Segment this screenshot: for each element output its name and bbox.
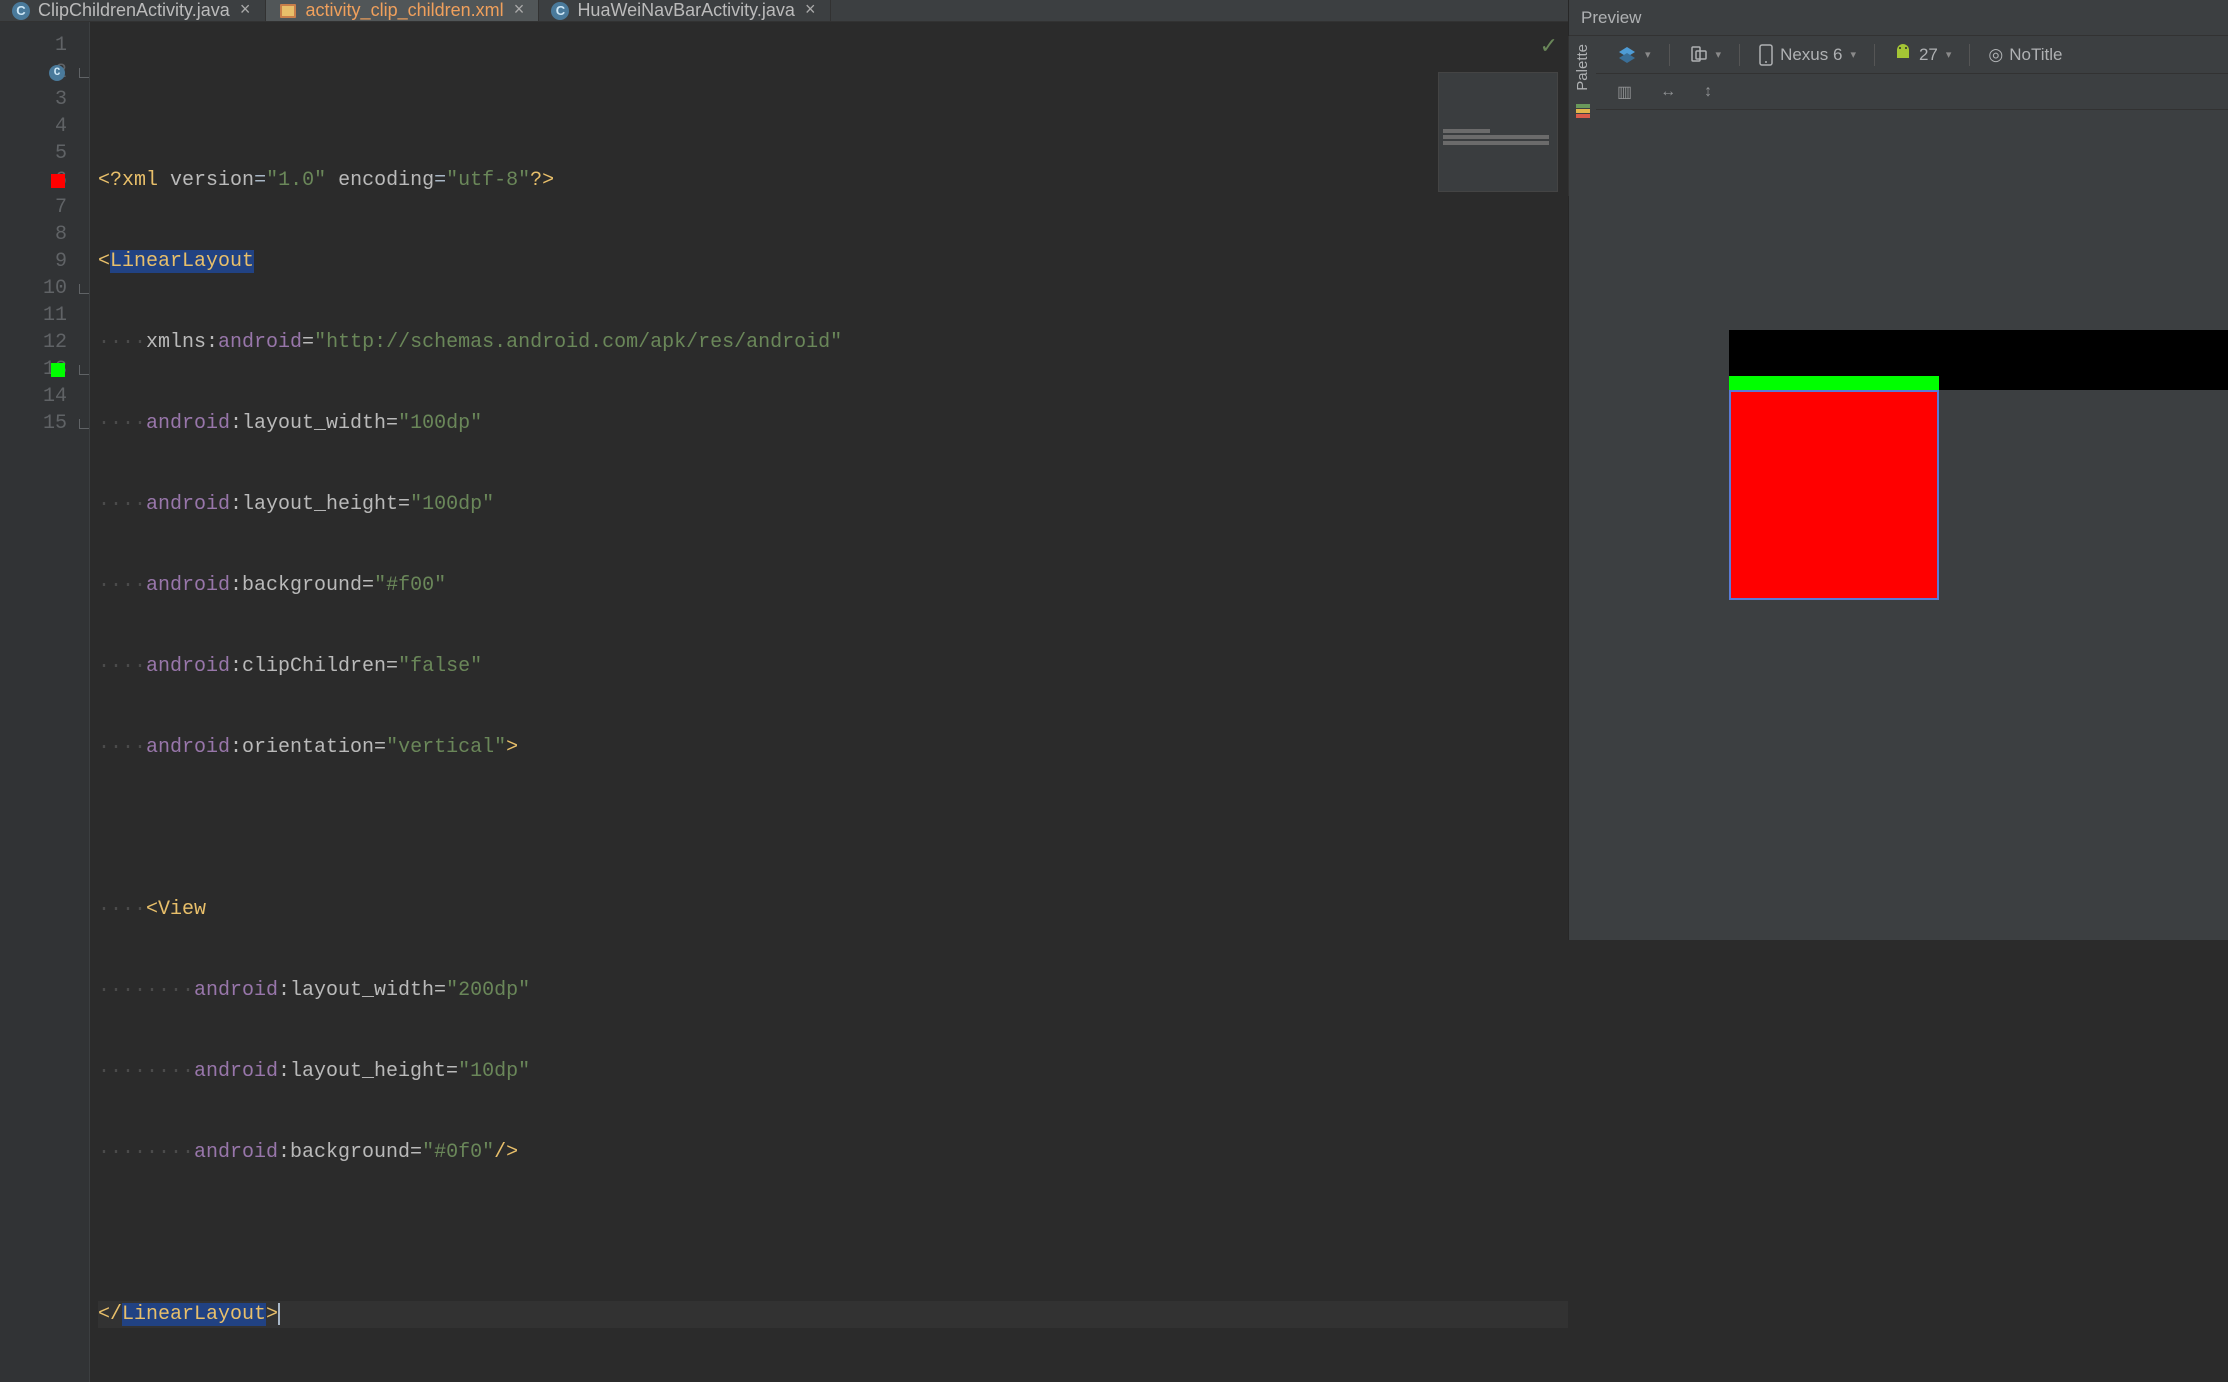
gutter: 1 2 C 3 4 5 6 7 8 9 10 11 12 13	[0, 22, 90, 1382]
analysis-ok-icon: ✓	[1540, 34, 1558, 61]
api-selector[interactable]: 27 ▾	[1893, 42, 1951, 67]
columns-icon[interactable]: ▥	[1617, 82, 1632, 102]
theme-label: NoTitle	[2009, 45, 2062, 65]
preview-pane: Preview ▾ ▾ Nexus 6 ▾ 27 ▾ ◎ NoTitle	[1568, 0, 2228, 940]
color-chip-red[interactable]	[51, 174, 65, 188]
code-line: ····<View	[98, 896, 1568, 923]
tab-clipchildren-java[interactable]: C ClipChildrenActivity.java ×	[0, 0, 266, 21]
preview-sub-toolbar: ▥ ↔ ↕	[1569, 74, 2228, 110]
code-line	[98, 815, 1568, 842]
color-chip-green[interactable]	[51, 363, 65, 377]
close-icon[interactable]: ×	[238, 1, 253, 21]
gutter-line: 8	[0, 221, 89, 248]
close-icon[interactable]: ×	[803, 1, 818, 21]
class-icon[interactable]: C	[49, 65, 65, 81]
hzoom-icon[interactable]: ↔	[1660, 83, 1676, 101]
code-line: <LinearLayout	[98, 248, 1568, 275]
code-line: ····android:background="#f00"	[98, 572, 1568, 599]
text-cursor	[278, 1303, 280, 1325]
device-selector[interactable]: Nexus 6 ▾	[1758, 44, 1856, 66]
tab-label: ClipChildrenActivity.java	[38, 0, 230, 21]
gutter-line: 3	[0, 86, 89, 113]
tab-bar: C ClipChildrenActivity.java × activity_c…	[0, 0, 1568, 22]
code-line: ········android:background="#0f0"/>	[98, 1139, 1568, 1166]
preview-title: Preview	[1569, 0, 2228, 36]
gutter-line: 7	[0, 194, 89, 221]
code-line: <?xml version="1.0" encoding="utf-8"?>	[98, 167, 1568, 194]
gutter-line: 9	[0, 248, 89, 275]
code-area[interactable]: ✓ <?xml version="1.0" encoding="utf-8"?>…	[90, 22, 1568, 1382]
gutter-line: 4	[0, 113, 89, 140]
code-line	[98, 1220, 1568, 1247]
api-label: 27	[1919, 45, 1938, 65]
globe-icon: ◎	[1988, 45, 2003, 65]
palette-rail: Palette	[1568, 36, 1596, 196]
code-line-active: </LinearLayout>	[98, 1301, 1568, 1328]
class-icon: C	[12, 2, 30, 20]
class-icon: C	[551, 2, 569, 20]
minimap[interactable]	[1438, 72, 1558, 192]
vzoom-icon[interactable]: ↕	[1704, 83, 1712, 101]
gutter-line: 15	[0, 410, 89, 437]
preview-toolbar: ▾ ▾ Nexus 6 ▾ 27 ▾ ◎ NoTitle	[1569, 36, 2228, 74]
fold-icon[interactable]	[79, 284, 89, 294]
gutter-line: 6	[0, 167, 89, 194]
xml-icon	[278, 1, 298, 21]
device-label: Nexus 6	[1780, 45, 1842, 65]
gutter-line: 2 C	[0, 59, 89, 86]
tab-label: HuaWeiNavBarActivity.java	[577, 0, 794, 21]
code-line: ····android:orientation="vertical">	[98, 734, 1568, 761]
code-line: ····android:clipChildren="false"	[98, 653, 1568, 680]
code-line: ········android:layout_width="200dp"	[98, 977, 1568, 1004]
code-line: ····android:layout_width="100dp"	[98, 410, 1568, 437]
preview-canvas[interactable]	[1569, 110, 2228, 940]
tab-label: activity_clip_children.xml	[306, 0, 504, 21]
preview-linearlayout[interactable]	[1729, 390, 1939, 600]
gutter-line: 14	[0, 383, 89, 410]
gutter-line: 5	[0, 140, 89, 167]
gutter-line: 10	[0, 275, 89, 302]
palette-icon[interactable]	[1575, 103, 1591, 123]
code-line: ····android:layout_height="100dp"	[98, 491, 1568, 518]
palette-toggle[interactable]: Palette	[1574, 44, 1591, 91]
editor-area[interactable]: 1 2 C 3 4 5 6 7 8 9 10 11 12 13	[0, 22, 1568, 1382]
editor-pane: C ClipChildrenActivity.java × activity_c…	[0, 0, 1568, 940]
tab-activity-clip-children-xml[interactable]: activity_clip_children.xml ×	[266, 0, 540, 21]
tab-huawei-navbar-java[interactable]: C HuaWeiNavBarActivity.java ×	[539, 0, 830, 21]
android-icon	[1893, 42, 1913, 67]
gutter-line: 12	[0, 329, 89, 356]
fold-icon[interactable]	[79, 68, 89, 78]
gutter-line: 11	[0, 302, 89, 329]
layers-icon[interactable]: ▾	[1617, 45, 1651, 65]
close-icon[interactable]: ×	[512, 1, 527, 21]
orientation-icon[interactable]: ▾	[1688, 45, 1722, 65]
gutter-line: 1	[0, 32, 89, 59]
fold-icon[interactable]	[79, 365, 89, 375]
fold-icon[interactable]	[79, 419, 89, 429]
theme-selector[interactable]: ◎ NoTitle	[1988, 45, 2062, 65]
code-line: ········android:layout_height="10dp"	[98, 1058, 1568, 1085]
gutter-line: 13	[0, 356, 89, 383]
code-line: ····xmlns:android="http://schemas.androi…	[98, 329, 1568, 356]
